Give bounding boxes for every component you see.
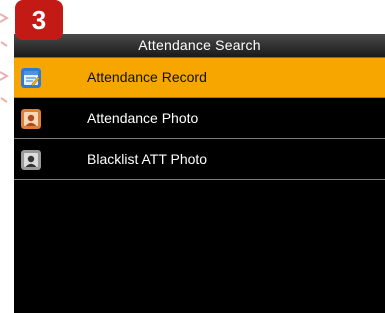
page: 3 Attendance Search Attendance Record At…: [0, 0, 385, 313]
blacklist-photo-icon: [21, 150, 41, 170]
menu-item-label: Attendance Record: [87, 69, 207, 85]
attendance-record-icon: [21, 68, 41, 88]
device-screen: Attendance Search Attendance Record Atte…: [14, 34, 385, 313]
menu-item-label: Blacklist ATT Photo: [87, 151, 208, 167]
menu-item-attendance-photo[interactable]: Attendance Photo: [14, 99, 385, 139]
menu-item-blacklist-att-photo[interactable]: Blacklist ATT Photo: [14, 140, 385, 180]
step-number-badge: 3: [15, 0, 63, 40]
title-bar: Attendance Search: [14, 34, 385, 58]
watermark-fragment: [0, 13, 10, 103]
menu-item-label: Attendance Photo: [87, 110, 199, 126]
screen-title: Attendance Search: [138, 37, 261, 53]
menu-item-attendance-record[interactable]: Attendance Record: [14, 58, 385, 98]
attendance-photo-icon: [21, 109, 41, 129]
